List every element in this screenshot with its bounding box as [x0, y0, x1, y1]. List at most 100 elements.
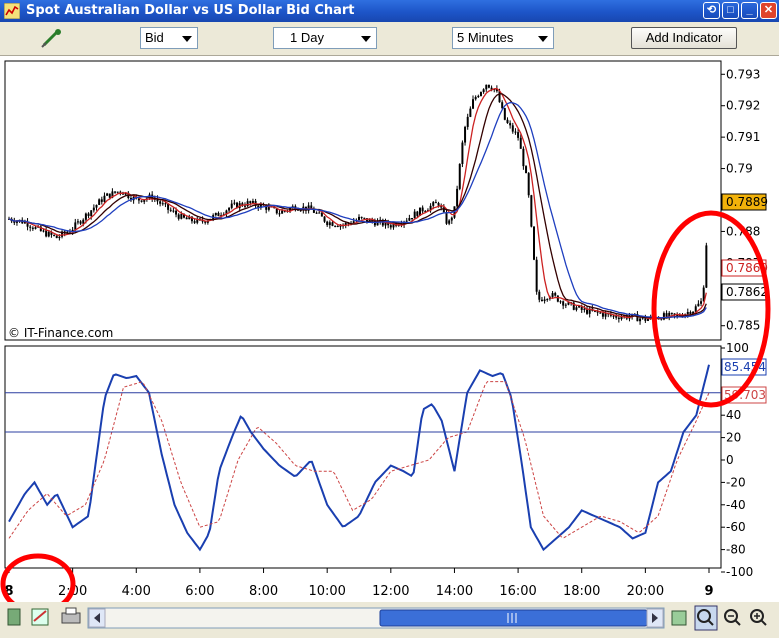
candle-body: [538, 291, 541, 300]
candle-body: [474, 97, 477, 100]
restore-icon[interactable]: ⟲: [703, 2, 720, 19]
candle-body: [315, 212, 318, 214]
close-icon[interactable]: ✕: [760, 2, 777, 19]
candle-body: [583, 308, 586, 310]
osc-tick-label: 100: [726, 341, 749, 355]
candle-body: [485, 84, 488, 90]
print-icon[interactable]: [61, 607, 81, 624]
time-tick-label: 16:00: [499, 584, 536, 599]
candle-body: [522, 148, 525, 167]
zoom-out-icon[interactable]: [724, 609, 741, 626]
candle-body: [108, 193, 111, 198]
price-tick-label: 0.792: [726, 99, 760, 113]
osc-tick-label: 40: [726, 408, 741, 422]
candle-body: [90, 210, 93, 216]
app-chart-icon: [4, 3, 20, 19]
chart-area: 0.7930.7920.7910.790.7890.7880.7870.7860…: [0, 56, 779, 615]
candle-body: [331, 222, 334, 226]
time-tick-label: 8:00: [249, 584, 278, 599]
candle-body: [599, 312, 602, 314]
candle-body: [249, 201, 252, 204]
time-tick-label: 12:00: [372, 584, 409, 599]
time-tick-label: 18:00: [563, 584, 600, 599]
window-title: Spot Australian Dollar vs US Dollar Bid …: [26, 3, 355, 18]
osc-tick-label: 20: [726, 431, 741, 445]
candle-body: [647, 318, 650, 321]
candle-body: [55, 235, 58, 239]
chevron-down-icon: [182, 36, 192, 42]
add-indicator-button[interactable]: Add Indicator: [631, 27, 737, 49]
candle-body: [47, 231, 50, 237]
candle-body: [543, 299, 546, 302]
time-tick-label: 20:00: [627, 584, 664, 599]
candle-body: [517, 132, 520, 138]
candle-body: [140, 200, 143, 202]
candle-body: [554, 293, 557, 296]
candle-body: [34, 227, 37, 229]
candle-body: [360, 216, 363, 218]
scroll-left-icon[interactable]: [88, 608, 106, 628]
candle-body: [214, 212, 217, 216]
scroll-thumb[interactable]: [379, 609, 648, 627]
period-value: 1 Day: [290, 30, 324, 45]
minimize-icon[interactable]: _: [741, 2, 758, 19]
candle-body: [519, 137, 522, 149]
chart-type-icon[interactable]: [7, 608, 21, 626]
candle-body: [193, 221, 196, 223]
candle-body: [506, 119, 509, 124]
candle-body: [445, 212, 448, 224]
candle-body: [705, 245, 708, 288]
candle-body: [469, 108, 472, 117]
crosshair-tool-icon[interactable]: [40, 27, 64, 49]
price-tick-label: 0.791: [726, 130, 760, 144]
candle-body: [535, 259, 538, 292]
candle-body: [511, 125, 514, 132]
price-tick-label: 0.785: [726, 319, 760, 333]
candle-body: [172, 210, 175, 212]
bottom-toolbar: [0, 603, 779, 633]
candle-body: [74, 222, 77, 230]
candle-body: [514, 131, 517, 133]
candle-body: [604, 313, 607, 317]
candle-body: [477, 95, 480, 98]
candle-body: [103, 195, 106, 202]
chevron-down-icon: [361, 36, 371, 42]
candle-body: [42, 230, 45, 232]
osc-tick-label: -40: [726, 498, 746, 512]
candle-body: [281, 210, 284, 214]
period-select[interactable]: 1 Day: [273, 27, 377, 49]
compare-icon[interactable]: [31, 608, 49, 626]
zoom-reset-icon[interactable]: [694, 605, 718, 631]
scroll-right-icon[interactable]: [646, 608, 664, 628]
candle-body: [116, 191, 119, 193]
zoom-in-icon[interactable]: [750, 609, 767, 626]
toolbar: Bid 1 Day 5 Minutes Add Indicator: [0, 22, 779, 56]
candle-body: [527, 173, 530, 196]
candle-body: [323, 216, 326, 222]
candle-body: [230, 203, 233, 208]
draw-tools-icon[interactable]: [671, 610, 687, 626]
candle-body: [320, 212, 323, 217]
candle-body: [169, 209, 172, 211]
price-type-select[interactable]: Bid: [140, 27, 198, 49]
candle-body: [31, 227, 34, 229]
candle-body: [479, 92, 482, 96]
candle-body: [95, 204, 98, 208]
candle-body: [100, 199, 103, 202]
interval-select[interactable]: 5 Minutes: [452, 27, 554, 49]
candle-body: [665, 313, 668, 317]
chart-svg[interactable]: 0.7930.7920.7910.790.7890.7880.7870.7860…: [0, 56, 779, 615]
candle-body: [546, 299, 549, 301]
candle-body: [639, 318, 642, 322]
candle-body: [487, 84, 490, 88]
candle-body: [45, 230, 48, 237]
price-type-value: Bid: [145, 30, 164, 45]
candle-body: [159, 201, 162, 204]
watermark-text: © IT-Finance.com: [8, 326, 113, 340]
time-tick-label: 6:00: [185, 584, 214, 599]
candle-body: [482, 89, 485, 93]
candle-body: [233, 202, 236, 204]
osc-tick-label: -100: [726, 565, 753, 579]
candle-body: [421, 207, 424, 212]
maximize-icon[interactable]: □: [722, 2, 739, 19]
